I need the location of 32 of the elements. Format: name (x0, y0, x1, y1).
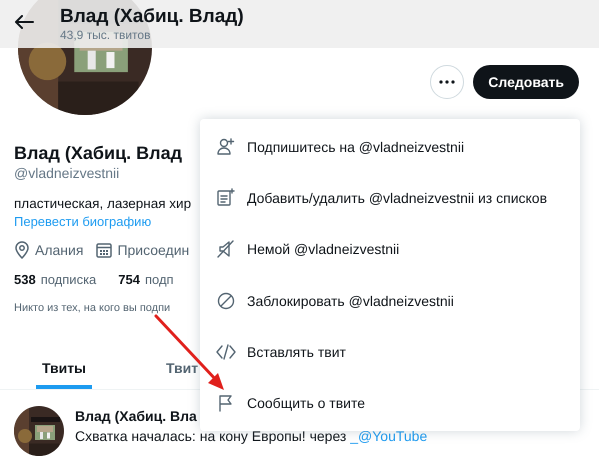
back-icon[interactable] (14, 14, 34, 28)
profile-title: Влад (Хабиц. Влад) (60, 6, 244, 28)
menu-item[interactable]: Добавить/удалить @vladneizvestnii из списков (200, 172, 580, 224)
calendar-icon (96, 242, 112, 258)
muted-speaker-icon (216, 239, 236, 260)
profile-tab[interactable]: Твиты (36, 335, 92, 389)
menu-item[interactable]: Немой @vladneizvestnii (200, 224, 580, 275)
more-button[interactable] (430, 65, 464, 99)
followers-label[interactable]: подп (144, 271, 174, 289)
profile-name: Влад (Хабиц. Влад (14, 142, 182, 164)
menu-item[interactable]: Сообщить о твите (200, 378, 580, 429)
code-icon (216, 342, 236, 362)
location-text: Алания (35, 241, 84, 259)
menu-item[interactable]: Вставлять твит (200, 326, 580, 378)
list-plus-icon (216, 188, 236, 208)
person-plus-icon (216, 136, 236, 157)
block-icon (216, 290, 236, 311)
followed-by-note: Никто из тех, на кого вы подпи (14, 301, 170, 315)
location-pin-icon (14, 241, 30, 259)
tweet-author: Влад (Хабиц. Вла (75, 407, 197, 426)
followers-count[interactable]: 754 (118, 271, 140, 289)
tweet-count: 43,9 тыс. твитов (60, 28, 152, 42)
following-label[interactable]: подписка (40, 271, 96, 289)
menu-item[interactable]: Заблокировать @vladneizvestnii (200, 275, 580, 326)
profile-tab[interactable]: Твит (166, 335, 198, 389)
menu-item[interactable]: Подпишитесь на @vladneizvestnii (200, 121, 580, 172)
profile-handle: @vladneizvestnii (14, 164, 120, 182)
joined-date: Присоедин (117, 241, 190, 259)
profile-bio: пластическая, лазерная хир (14, 195, 192, 213)
following-count[interactable]: 538 (14, 271, 36, 289)
more-icon (439, 80, 456, 84)
follow-button[interactable]: Следовать (473, 65, 579, 99)
